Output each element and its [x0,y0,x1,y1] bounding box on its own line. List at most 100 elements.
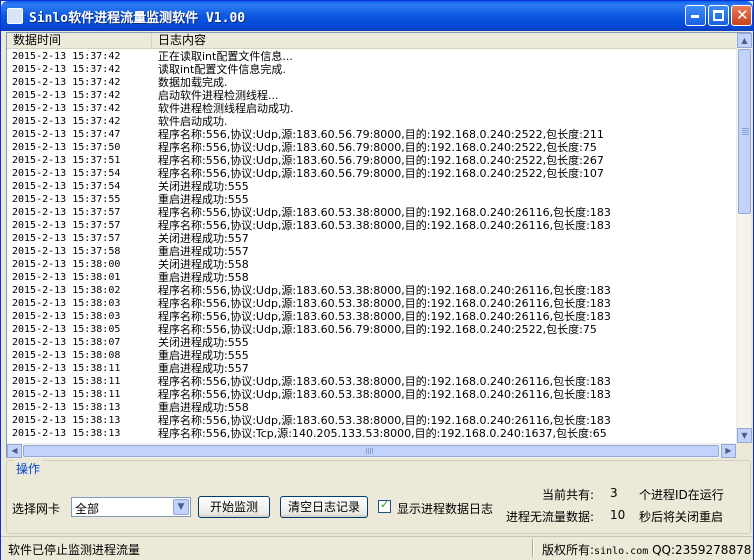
qq-contact: QQ:2359278878 [652,543,752,557]
grip-line [368,448,369,454]
row-time: 2015-2-13 15:37:47 [12,129,121,140]
row-time: 2015-2-13 15:37:57 [12,207,121,218]
row-time: 2015-2-13 15:38:07 [12,337,121,348]
row-content: 程序名称:556,协议:Udp,源:183.60.53.38:8000,目的:1… [158,310,611,323]
row-time: 2015-2-13 15:38:11 [12,389,121,400]
column-header-time[interactable]: 数据时间 [7,33,152,48]
row-content: 重启进程成功:558 [158,271,249,284]
row-time: 2015-2-13 15:38:03 [12,298,121,309]
row-content: 重启进程成功:557 [158,245,249,258]
minimize-button[interactable] [685,5,706,26]
nic-select-value: 全部 [75,502,100,516]
row-content: 重启进程成功:558 [158,401,249,414]
main-window: Sinlo软件进程流量监测软件 V1.00 ✕ 数据时间 日志内容 2015-2… [0,0,754,560]
row-content: 程序名称:556,协议:Udp,源:183.60.53.38:8000,目的:1… [158,297,611,310]
clear-log-button[interactable]: 清空日志记录 [280,496,368,518]
row-content: 程序名称:556,协议:Udp,源:183.60.53.38:8000,目的:1… [158,219,611,232]
row-time: 2015-2-13 15:38:13 [12,415,121,426]
app-icon[interactable] [7,8,23,24]
row-content: 读取int配置文件信息完成. [158,63,286,76]
row-content: 软件进程检测线程启动成功. [158,102,294,115]
current-total-label: 当前共有: [542,488,595,502]
maximize-button[interactable] [708,5,729,26]
show-log-label[interactable]: 显示进程数据日志 [397,500,493,517]
row-content: 重启进程成功:555 [158,349,249,362]
check-icon: ✓ [380,498,390,511]
grip-line [742,128,749,129]
close-button[interactable]: ✕ [731,5,752,26]
start-monitor-button[interactable]: 开始监测 [198,496,270,518]
row-content: 程序名称:556,协议:Udp,源:183.60.53.38:8000,目的:1… [158,206,611,219]
grip-line [742,134,749,135]
row-time: 2015-2-13 15:37:50 [12,142,121,153]
row-time: 2015-2-13 15:38:02 [12,285,121,296]
grip-line [742,130,749,131]
row-content: 数据加载完成. [158,76,228,89]
chevron-down-icon[interactable]: ▼ [173,499,189,515]
row-time: 2015-2-13 15:37:42 [12,90,121,101]
row-time: 2015-2-13 15:38:00 [12,259,121,270]
log-list-header: 数据时间 日志内容 [7,33,736,49]
row-content: 程序名称:556,协议:Udp,源:183.60.56.79:8000,目的:1… [158,128,604,141]
row-content: 重启进程成功:555 [158,193,249,206]
log-rows: 2015-2-13 15:37:42 正在读取int配置文件信息... 2015-2… [7,50,736,444]
grip-line [742,132,749,133]
row-time: 2015-2-13 15:37:42 [12,103,121,114]
row-time: 2015-2-13 15:37:42 [12,51,121,62]
row-time: 2015-2-13 15:38:11 [12,363,121,374]
row-time: 2015-2-13 15:38:05 [12,324,121,335]
column-header-content[interactable]: 日志内容 [152,33,736,48]
horizontal-scrollbar[interactable]: ◀ ▶ [7,443,736,458]
row-content: 关闭进程成功:557 [158,232,249,245]
status-text: 软件已停止监测进程流量 [8,543,141,557]
row-content: 启动软件进程检测线程... [158,89,279,102]
row-content: 程序名称:556,协议:Udp,源:183.60.53.38:8000,目的:1… [158,414,611,427]
horizontal-scroll-thumb[interactable] [23,445,719,457]
minimize-icon [691,15,699,18]
row-content: 程序名称:556,协议:Udp,源:183.60.53.38:8000,目的:1… [158,375,611,388]
row-time: 2015-2-13 15:37:51 [12,155,121,166]
row-content: 程序名称:556,协议:Udp,源:183.60.56.79:8000,目的:1… [158,141,597,154]
show-log-checkbox[interactable]: ✓ [378,498,391,513]
scroll-left-button[interactable]: ◀ [7,444,22,458]
row-time: 2015-2-13 15:38:13 [12,402,121,413]
grip-line [372,448,373,454]
row-time: 2015-2-13 15:37:54 [12,181,121,192]
scroll-right-button[interactable]: ▶ [721,444,736,458]
grip-line [370,448,371,454]
log-list[interactable]: 数据时间 日志内容 2015-2-13 15:37:42 正在读取int配置文件信… [6,32,752,458]
row-content: 程序名称:556,协议:Udp,源:183.60.56.79:8000,目的:1… [158,323,597,336]
nic-select[interactable]: 全部 ▼ [71,497,191,517]
row-time: 2015-2-13 15:37:42 [12,64,121,75]
nic-label: 选择网卡 [12,502,61,516]
row-time: 2015-2-13 15:38:03 [12,311,121,322]
current-total-value: 3 [610,486,618,500]
no-traffic-label: 进程无流量数据: [506,510,595,524]
row-content: 程序名称:556,协议:Udp,源:183.60.56.79:8000,目的:1… [158,154,604,167]
row-time: 2015-2-13 15:37:42 [12,116,121,127]
status-bar: 软件已停止监测进程流量 版权所有:sinlo.com QQ:2359278878 [1,536,753,560]
row-content: 关闭进程成功:555 [158,336,249,349]
row-time: 2015-2-13 15:37:57 [12,233,121,244]
row-time: 2015-2-13 15:37:57 [12,220,121,231]
row-content: 重启进程成功:557 [158,362,249,375]
row-content: 程序名称:556,协议:Udp,源:183.60.53.38:8000,目的:1… [158,284,611,297]
title-bar[interactable]: Sinlo软件进程流量监测软件 V1.00 ✕ [1,1,753,31]
row-time: 2015-2-13 15:37:55 [12,194,121,205]
vertical-scrollbar[interactable]: ▲ ▼ [736,33,752,443]
row-time: 2015-2-13 15:37:54 [12,168,121,179]
grip-line [366,448,367,454]
row-content: 软件启动成功. [158,115,228,128]
scroll-down-button[interactable]: ▼ [737,428,752,443]
site-link[interactable]: sinlo.com [594,546,648,557]
scroll-up-button[interactable]: ▲ [737,33,752,48]
row-content: 正在读取int配置文件信息... [158,50,293,63]
window-title: Sinlo软件进程流量监测软件 V1.00 [29,11,246,26]
no-traffic-value: 10 [610,508,626,522]
vertical-scroll-thumb[interactable] [738,49,751,214]
maximize-icon [713,10,724,21]
operations-legend: 操作 [14,460,43,477]
scroll-corner [736,443,751,458]
copyright: 版权所有:sinlo.com QQ:2359278878 [542,541,751,558]
row-time: 2015-2-13 15:37:42 [12,77,121,88]
